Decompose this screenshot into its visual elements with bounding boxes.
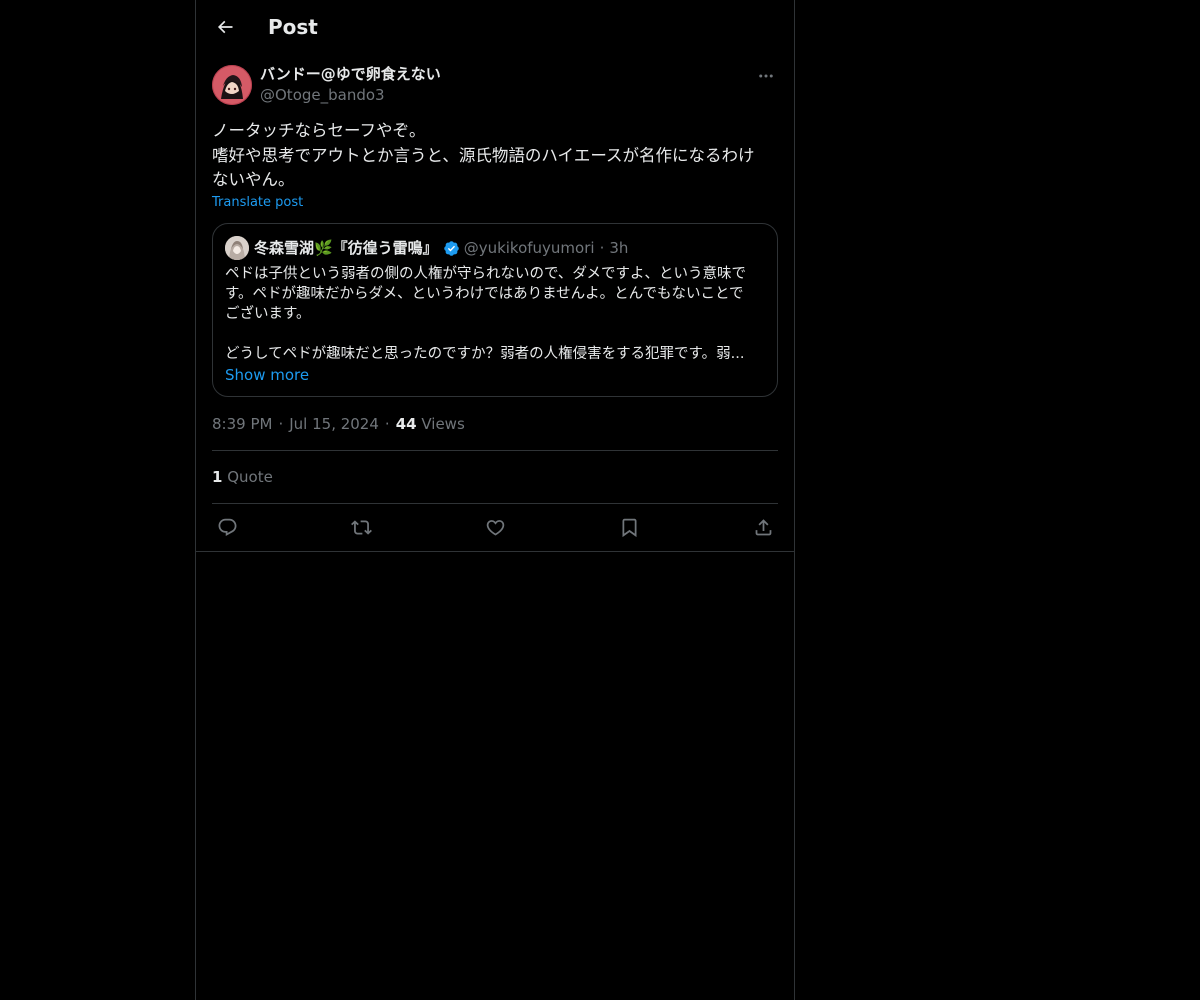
quoted-post-text: ペドは子供という弱者の側の人権が守られないので、ダメですよ、という意味で す。ペ… — [225, 264, 765, 364]
share-icon — [755, 518, 771, 535]
quoted-post-time[interactable]: 3h — [609, 237, 628, 259]
avatar-image — [212, 65, 252, 105]
main-column: Post バンドー@ゆで卵食えない @Otoge_bando3 ノータッチならセ… — [195, 0, 795, 1000]
quoted-author-avatar[interactable] — [225, 236, 249, 260]
post-time[interactable]: 8:39 PM — [212, 415, 272, 433]
post-text-line: 嗜好や思考でアウトとか言うと、源氏物語のハイエースが名作になるわけ — [212, 145, 755, 165]
repost-icon — [350, 519, 372, 535]
more-horizontal-icon — [759, 74, 773, 78]
repost-button[interactable] — [348, 514, 374, 540]
bookmark-button[interactable] — [616, 514, 642, 540]
share-button[interactable] — [750, 514, 776, 540]
bookmark-icon — [622, 518, 636, 537]
quoted-author-handle[interactable]: @yukikofuyumori — [464, 237, 595, 259]
author-name[interactable]: バンドー@ゆで卵食えない — [260, 64, 441, 84]
reply-button[interactable] — [214, 514, 240, 540]
like-button[interactable] — [482, 514, 508, 540]
author-handle[interactable]: @Otoge_bando3 — [260, 85, 385, 105]
post-text-line: ないやん。 — [212, 170, 295, 189]
verified-badge-icon — [443, 240, 460, 257]
page-title: Post — [268, 15, 318, 39]
author-avatar[interactable] — [212, 65, 252, 105]
separator-dot: · — [384, 415, 390, 433]
page-header: Post — [196, 0, 794, 54]
quote-count: 1 — [212, 468, 223, 486]
views-label: Views — [421, 415, 465, 433]
quoted-post-header: 冬森雪湖🌿『彷徨う雷鳴』 @yukikofuyumori · 3h — [254, 237, 628, 259]
quoted-post-card[interactable]: 冬森雪湖🌿『彷徨う雷鳴』 @yukikofuyumori · 3h ペドは子供と… — [212, 223, 778, 397]
divider — [212, 450, 778, 451]
post-date[interactable]: Jul 15, 2024 — [289, 415, 379, 433]
arrow-left-icon — [217, 20, 233, 34]
separator-dot: · — [278, 415, 284, 433]
separator-dot: · — [599, 239, 605, 257]
action-bar — [212, 514, 778, 540]
quoted-text-line — [225, 324, 765, 344]
translate-post-link[interactable]: Translate post — [212, 194, 303, 212]
quoted-text-line: す。ペドが趣味だからダメ、というわけではありませんよ。とんでもないことで — [225, 286, 744, 302]
reply-icon — [218, 518, 236, 536]
quotes-link[interactable]: 1 Quote — [212, 467, 273, 487]
back-button[interactable] — [212, 14, 238, 40]
quoted-avatar-image — [225, 236, 249, 260]
quoted-author-name[interactable]: 冬森雪湖🌿『彷徨う雷鳴』 — [254, 237, 438, 259]
show-more-link[interactable]: Show more — [225, 365, 309, 385]
more-options-button[interactable] — [754, 66, 778, 86]
post-text: ノータッチならセーフやぞ。 嗜好や思考でアウトとか言うと、源氏物語のハイエースが… — [212, 119, 778, 193]
quoted-text-line: ペドは子供という弱者の側の人権が守られないので、ダメですよ、という意味で — [225, 266, 746, 282]
post-metadata: 8:39 PM · Jul 15, 2024 · 44 Views — [212, 414, 465, 434]
quoted-text-line: どうしてペドが趣味だと思ったのですか？弱者の人権侵害をする犯罪です。弱... — [225, 346, 745, 362]
post-bottom-border — [196, 551, 794, 552]
quote-label: Quote — [227, 468, 273, 486]
views-count: 44 — [395, 415, 417, 433]
quoted-text-line: ございます。 — [225, 306, 311, 322]
post-text-line: ノータッチならセーフやぞ。 — [212, 121, 426, 140]
divider — [212, 503, 778, 504]
heart-icon — [486, 519, 504, 536]
